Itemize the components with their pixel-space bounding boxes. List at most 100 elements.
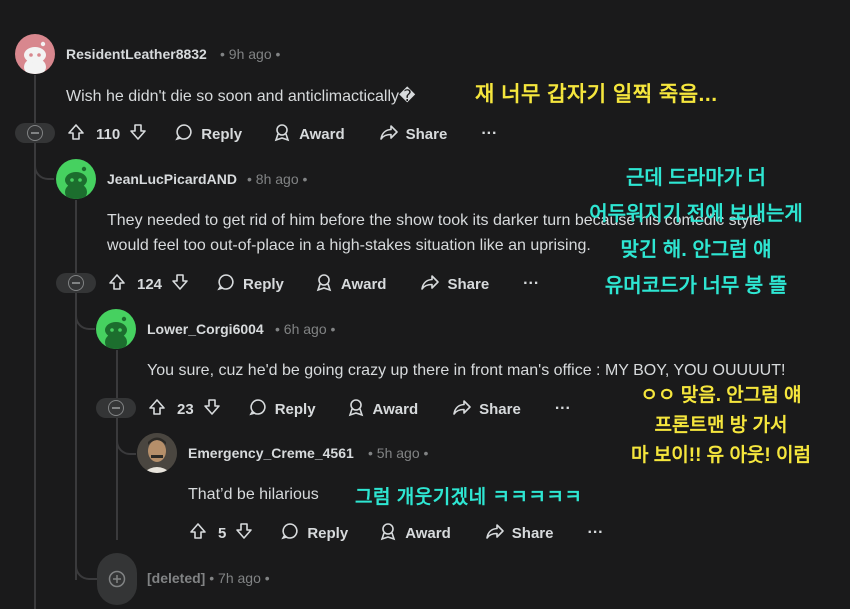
downvote-icon[interactable] bbox=[234, 521, 254, 545]
minus-icon bbox=[68, 275, 84, 291]
downvote-icon[interactable] bbox=[170, 272, 190, 296]
separator: • bbox=[275, 321, 280, 337]
thread-branch-l4 bbox=[116, 425, 136, 455]
thread-line-l2 bbox=[75, 200, 77, 580]
thread-branch-l3 bbox=[75, 300, 95, 330]
separator: • bbox=[330, 321, 336, 337]
award-label: Award bbox=[299, 125, 345, 143]
comment-body: You sure, cuz he'd be going crazy up the… bbox=[147, 362, 786, 379]
share-button[interactable]: Share bbox=[452, 397, 521, 421]
avatar[interactable] bbox=[56, 159, 96, 199]
separator: • bbox=[220, 46, 225, 62]
reply-label: Reply bbox=[307, 524, 349, 542]
more-options-icon[interactable]: ··· bbox=[555, 400, 571, 418]
user-photo-icon bbox=[137, 433, 177, 473]
username[interactable]: Emergency_Creme_4561 bbox=[188, 445, 354, 461]
caption-line: 맞긴 해. 안그럼 얘 bbox=[620, 239, 772, 261]
comment-meta: • 8h ago • bbox=[247, 171, 307, 187]
minus-icon bbox=[108, 400, 124, 416]
username[interactable]: ResidentLeather8832 bbox=[66, 46, 207, 62]
award-icon bbox=[378, 521, 398, 545]
minus-icon bbox=[27, 125, 43, 141]
award-button[interactable]: Award bbox=[272, 122, 345, 146]
caption-line: 유머코드가 너무 붕 뜰 bbox=[604, 275, 788, 297]
upvote-icon[interactable] bbox=[147, 397, 167, 421]
reply-button[interactable]: Reply bbox=[174, 122, 242, 146]
vote-count: 23 bbox=[177, 400, 194, 418]
comment-bubble-icon bbox=[248, 397, 268, 421]
share-label: Share bbox=[405, 125, 448, 143]
award-icon bbox=[314, 272, 334, 296]
username[interactable]: JeanLucPicardAND bbox=[107, 171, 237, 187]
timestamp[interactable]: 7h ago bbox=[218, 570, 261, 586]
timestamp[interactable]: 5h ago bbox=[377, 445, 420, 461]
more-options-icon[interactable]: ··· bbox=[523, 275, 539, 293]
upvote-icon[interactable] bbox=[188, 521, 208, 545]
comment-actions: 23 Reply Award Share ··· bbox=[147, 397, 571, 421]
separator: • bbox=[247, 171, 252, 187]
expand-thread-button[interactable] bbox=[97, 553, 137, 605]
more-options-icon[interactable]: ··· bbox=[587, 524, 603, 542]
caption-overlay-1: 재 너무 갑자기 일찍 죽음... bbox=[475, 83, 718, 106]
comment-bubble-icon bbox=[280, 521, 300, 545]
vote-count: 5 bbox=[218, 524, 227, 542]
award-label: Award bbox=[340, 275, 387, 293]
reply-button[interactable]: Reply bbox=[216, 272, 284, 296]
reply-label: Reply bbox=[243, 275, 284, 293]
comment-body: Wish he didn't die so soon and anticlima… bbox=[66, 88, 416, 105]
upvote-icon[interactable] bbox=[66, 122, 86, 146]
share-icon bbox=[485, 521, 505, 545]
share-icon bbox=[379, 122, 399, 146]
timestamp[interactable]: 9h ago bbox=[229, 46, 272, 62]
comment-body: That’d be hilarious bbox=[188, 486, 319, 503]
collapse-thread-button[interactable] bbox=[96, 398, 136, 418]
award-icon bbox=[272, 122, 292, 146]
award-label: Award bbox=[372, 400, 419, 418]
separator: • bbox=[302, 171, 308, 187]
comment-bubble-icon bbox=[216, 272, 236, 296]
avatar[interactable] bbox=[137, 433, 177, 473]
username: [deleted] bbox=[147, 570, 206, 586]
avatar[interactable] bbox=[96, 309, 136, 349]
timestamp[interactable]: 6h ago bbox=[284, 321, 327, 337]
share-icon bbox=[452, 397, 472, 421]
separator: • bbox=[264, 570, 270, 586]
thread-branch-l2 bbox=[34, 150, 54, 180]
award-button[interactable]: Award bbox=[314, 272, 387, 296]
caption-line: ㅇㅇ 맞음. 안그럼 얘 bbox=[640, 385, 802, 406]
thread-branch-deleted bbox=[75, 545, 99, 580]
username[interactable]: Lower_Corgi6004 bbox=[147, 321, 264, 337]
caption-line: 프론트맨 방 가서 bbox=[654, 415, 788, 436]
share-button[interactable]: Share bbox=[485, 521, 553, 545]
caption-overlay-2: 근데 드라마가 더 어두워지기 전에 보내는게 맞긴 해. 안그럼 얘 유머코드… bbox=[548, 160, 844, 304]
snoo-avatar-icon bbox=[105, 316, 127, 349]
reply-button[interactable]: Reply bbox=[248, 397, 316, 421]
comment-actions: 124 Reply Award Share ··· bbox=[107, 272, 539, 296]
collapse-thread-button[interactable] bbox=[56, 273, 96, 293]
avatar[interactable] bbox=[15, 34, 55, 74]
downvote-icon[interactable] bbox=[128, 122, 148, 146]
caption-line: 어두워지기 전에 보내는게 bbox=[589, 203, 803, 225]
reply-button[interactable]: Reply bbox=[280, 521, 348, 545]
comment-bubble-icon bbox=[174, 122, 194, 146]
comment-meta: • 6h ago • bbox=[275, 321, 335, 337]
caption-line: 근데 드라마가 더 bbox=[626, 167, 766, 189]
reply-label: Reply bbox=[201, 125, 243, 143]
share-button[interactable]: Share bbox=[420, 272, 489, 296]
separator: • bbox=[368, 445, 373, 461]
comment-meta: [deleted] • 7h ago • bbox=[147, 570, 270, 586]
caption-overlay-4: 그럼 개웃기겠네 ㅋㅋㅋㅋㅋ bbox=[355, 487, 583, 508]
downvote-icon[interactable] bbox=[202, 397, 222, 421]
snoo-avatar-icon bbox=[65, 166, 87, 199]
award-label: Award bbox=[405, 524, 451, 542]
share-button[interactable]: Share bbox=[379, 122, 448, 146]
comment-meta: • 5h ago • bbox=[368, 445, 428, 461]
upvote-icon[interactable] bbox=[107, 272, 127, 296]
collapse-thread-button[interactable] bbox=[15, 123, 55, 143]
award-button[interactable]: Award bbox=[378, 521, 451, 545]
share-label: Share bbox=[447, 275, 490, 293]
more-options-icon[interactable]: ··· bbox=[481, 125, 497, 143]
award-button[interactable]: Award bbox=[346, 397, 419, 421]
timestamp[interactable]: 8h ago bbox=[256, 171, 299, 187]
comment-actions: 110 Reply Award Share ··· bbox=[66, 122, 497, 146]
